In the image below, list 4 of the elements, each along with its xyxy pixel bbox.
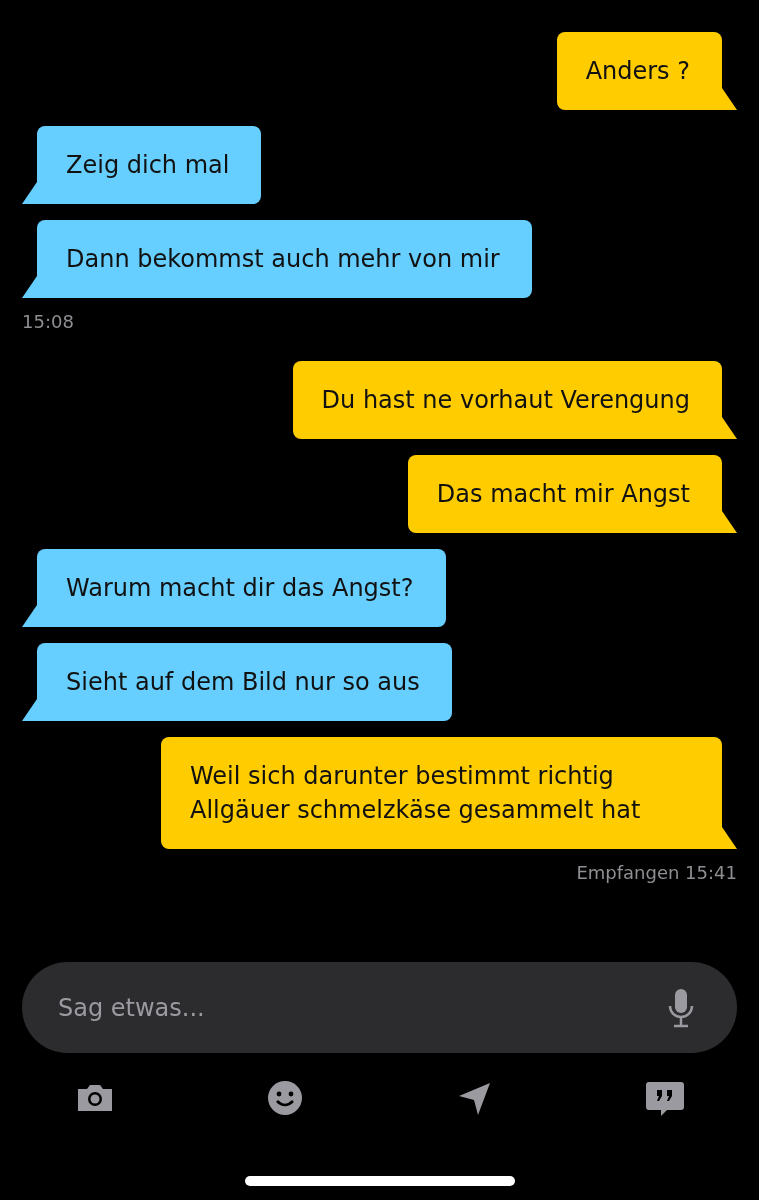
message-timestamp: 15:08	[22, 312, 74, 332]
microphone-icon[interactable]	[667, 988, 695, 1028]
message-field[interactable]: Sag etwas...	[22, 962, 737, 1053]
message-timestamp: Empfangen 15:41	[576, 863, 737, 883]
